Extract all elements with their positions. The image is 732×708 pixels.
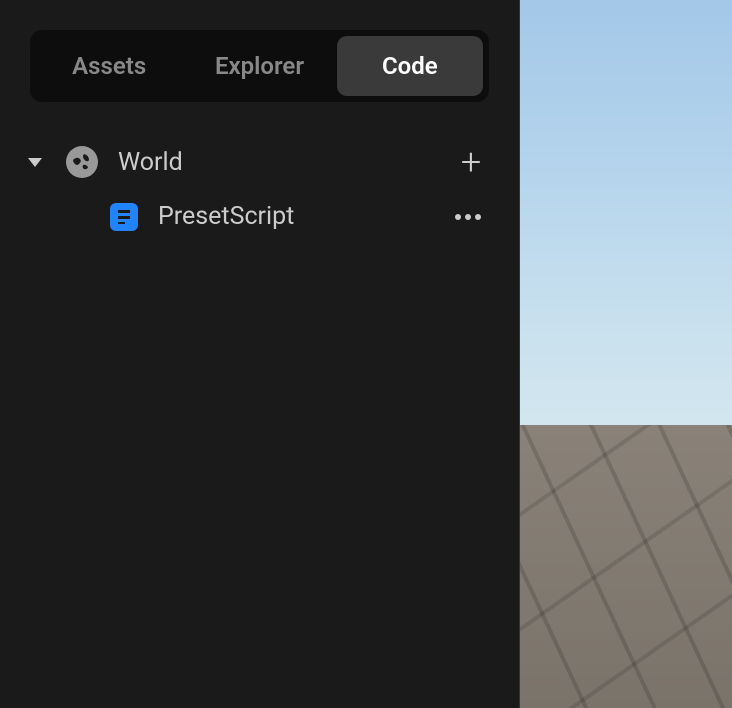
world-label: World — [118, 148, 431, 177]
tree-item-world[interactable]: World + — [20, 132, 499, 192]
expand-toggle-icon[interactable] — [28, 158, 42, 167]
3d-viewport[interactable] — [520, 0, 732, 708]
tab-explorer[interactable]: Explorer — [186, 36, 332, 96]
add-script-button[interactable]: + — [451, 142, 491, 182]
code-tree: World + PresetScript — [0, 122, 519, 708]
tree-item-script[interactable]: PresetScript — [20, 192, 499, 241]
ground-plane — [520, 425, 732, 708]
dot-icon — [465, 214, 471, 220]
sky-background — [520, 0, 732, 425]
tab-code[interactable]: Code — [337, 36, 483, 96]
script-icon — [110, 203, 138, 231]
sidebar-panel: Assets Explorer Code World + — [0, 0, 520, 708]
tab-assets[interactable]: Assets — [36, 36, 182, 96]
dot-icon — [455, 214, 461, 220]
more-options-button[interactable] — [445, 204, 491, 230]
script-label: PresetScript — [158, 202, 425, 231]
globe-icon — [66, 146, 98, 178]
app-container: Assets Explorer Code World + — [0, 0, 732, 708]
tab-bar: Assets Explorer Code — [30, 30, 489, 102]
dot-icon — [475, 214, 481, 220]
